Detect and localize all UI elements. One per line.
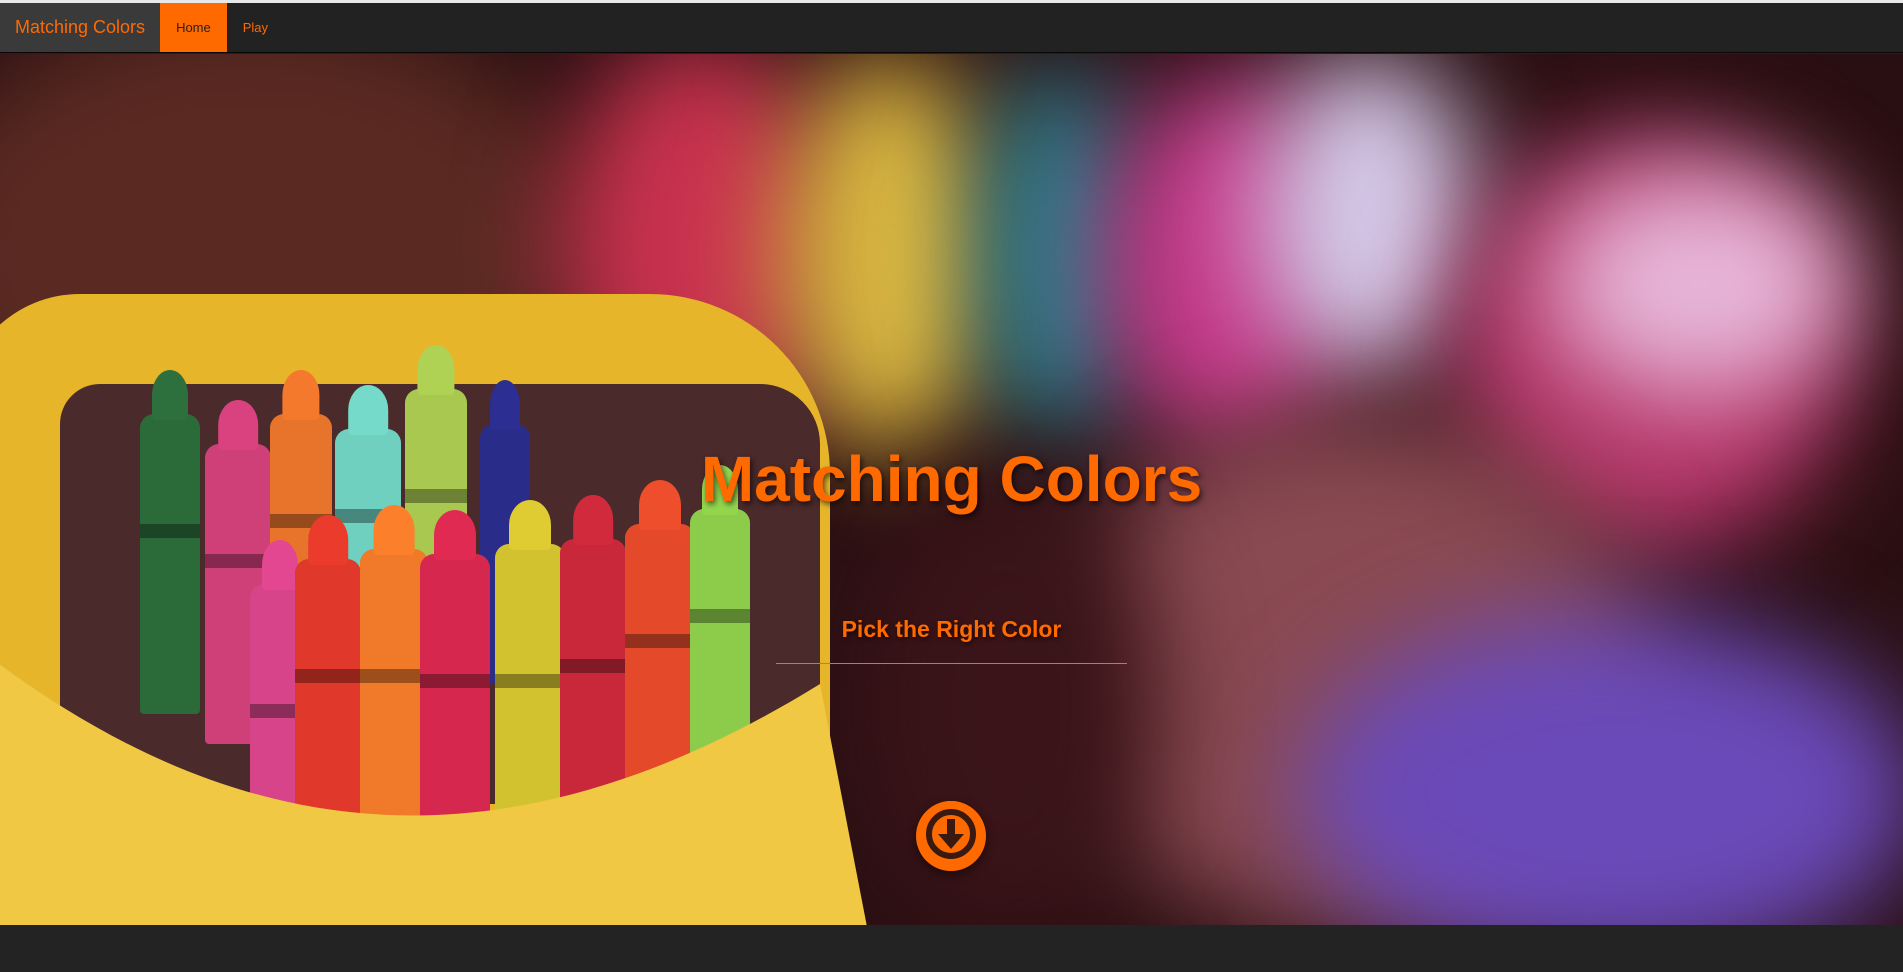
footer [0,925,1903,972]
hero-section: Matching Colors Pick the Right Color [0,54,1903,925]
hero-content: Matching Colors Pick the Right Color [0,54,1903,925]
arrow-circle-down-icon [916,799,986,874]
navbar: Matching Colors Home Play [0,3,1903,53]
scroll-down-button[interactable] [916,799,986,874]
page-title: Matching Colors [700,443,1203,515]
title-divider [776,663,1127,664]
brand-link[interactable]: Matching Colors [0,3,161,52]
nav-item-play[interactable]: Play [227,3,284,52]
page-subtitle: Pick the Right Color [841,616,1062,642]
nav-item-home[interactable]: Home [160,3,227,52]
